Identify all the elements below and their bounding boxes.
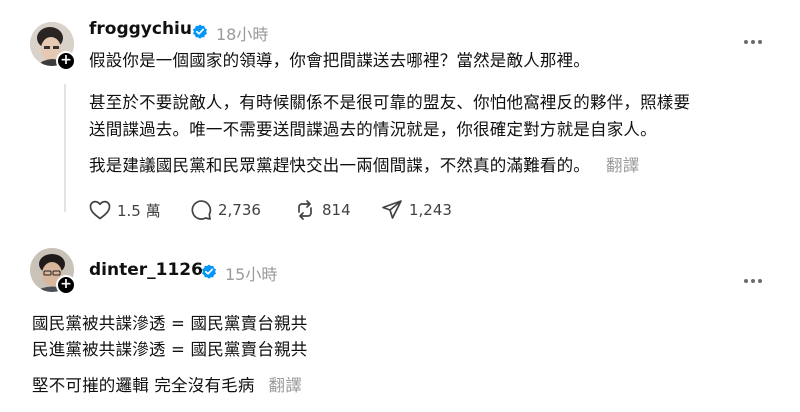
post-dinter: + dinter_1126 15小時 國民黨被共諜滲透 = 國民黨賣台親共 民進… xyxy=(0,240,800,412)
post-text-paragraph: 假設你是一個國家的領導，你會把間諜送去哪裡？當然是敵人那裡。 xyxy=(89,51,590,70)
more-options-icon[interactable] xyxy=(744,29,768,44)
comment-icon xyxy=(191,200,212,220)
thread-line xyxy=(64,84,66,212)
like-count: 1.5 萬 xyxy=(117,201,161,220)
post-username[interactable]: froggychiu xyxy=(89,19,192,39)
post-timestamp[interactable]: 15小時 xyxy=(225,261,277,285)
comment-button[interactable]: 2,736 xyxy=(190,199,261,221)
translate-link[interactable]: 翻譯 xyxy=(269,376,302,395)
follow-plus-icon[interactable]: + xyxy=(56,275,76,295)
repost-icon xyxy=(298,200,312,220)
like-button[interactable]: 1.5 萬 xyxy=(89,199,161,221)
verified-badge-icon xyxy=(193,24,207,39)
translate-link[interactable]: 翻譯 xyxy=(606,156,639,175)
post-text-line: 民進黨被共諜滲透 = 國民黨賣台親共 xyxy=(32,340,308,359)
post-timestamp[interactable]: 18小時 xyxy=(216,21,268,45)
post-froggychiu: + froggychiu 18小時 假設你是一個國家的領導，你會把間諜送去哪裡？… xyxy=(0,0,800,240)
follow-plus-icon[interactable]: + xyxy=(56,51,76,71)
post-text-paragraph: 送間諜過去。唯一不需要送間諜過去的情況就是，你很確定對方就是自家人。 xyxy=(89,120,657,139)
post-text: 我是建議國民黨和民眾黨趕快交出一兩個間諜，不然真的滿難看的。 xyxy=(89,156,590,175)
verified-badge-icon xyxy=(202,264,216,279)
share-count: 1,243 xyxy=(409,201,452,219)
post-text-line: 國民黨被共諜滲透 = 國民黨賣台親共 xyxy=(32,314,308,333)
comment-count: 2,736 xyxy=(218,201,261,219)
share-button[interactable]: 1,243 xyxy=(381,199,452,221)
send-icon xyxy=(382,200,402,219)
repost-count: 814 xyxy=(322,201,351,219)
repost-button[interactable]: 814 xyxy=(294,199,351,221)
heart-icon xyxy=(89,200,111,220)
more-options-icon[interactable] xyxy=(744,268,768,283)
post-text-paragraph: 我是建議國民黨和民眾黨趕快交出一兩個間諜，不然真的滿難看的。 翻譯 xyxy=(89,152,639,179)
post-username[interactable]: dinter_1126 xyxy=(89,260,203,280)
post-text-paragraph: 甚至於不要說敵人，有時候關係不是很可靠的盟友、你怕他窩裡反的夥伴，照樣要 xyxy=(89,93,691,112)
post-text-line: 堅不可摧的邏輯 完全沒有毛病 翻譯 xyxy=(32,372,302,399)
post-text: 堅不可摧的邏輯 完全沒有毛病 xyxy=(32,376,255,395)
